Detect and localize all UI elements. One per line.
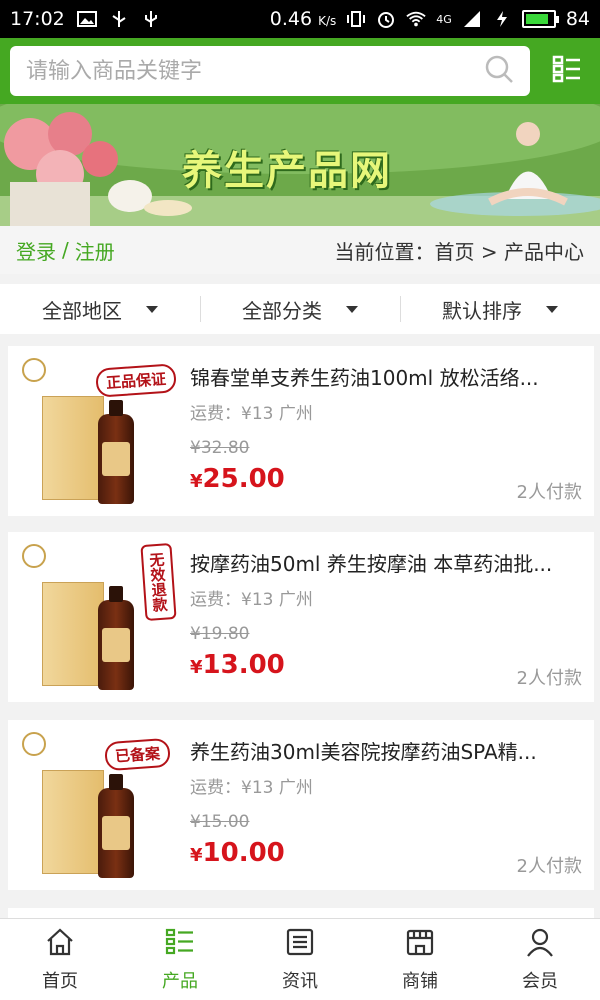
banner-title: 养生产品网	[182, 148, 392, 194]
filter-category-label: 全部分类	[242, 298, 322, 323]
product-title[interactable]: 养生药油30ml美容院按摩药油SPA精...	[190, 736, 582, 765]
login-separator: /	[62, 238, 69, 262]
tab-products[interactable]: 产品	[120, 919, 240, 1000]
product-image[interactable]: 无效退款	[14, 538, 180, 696]
network-speed: 0.46 K/s	[269, 8, 337, 30]
product-paid-count: 2人付款	[516, 668, 582, 689]
product-info: 锦春堂单支养生药油100ml 放松活络... 运费：¥13 广州 ¥32.80 …	[180, 352, 592, 510]
filter-region-label: 全部地区	[42, 298, 122, 323]
banner[interactable]: 养生产品网	[0, 104, 600, 226]
product-image[interactable]: 正品保证	[14, 352, 180, 510]
filter-sort-label: 默认排序	[442, 298, 522, 323]
charging-icon	[492, 10, 512, 28]
filter-bar: 全部地区 全部分类 默认排序	[0, 284, 600, 334]
brand-seal-icon	[22, 732, 46, 756]
status-bar: 17:02 0.46 K/s 4G 84	[0, 0, 600, 38]
search-box[interactable]	[10, 46, 531, 96]
bottle-label	[102, 442, 130, 476]
battery-percent: 84	[565, 8, 590, 30]
login-link[interactable]: 登录	[16, 236, 56, 265]
tab-news-label: 资讯	[282, 971, 318, 992]
user-icon	[524, 926, 556, 963]
product-paid-count: 2人付款	[516, 856, 582, 877]
breadcrumb: 当前位置：首页 > 产品中心	[334, 239, 584, 264]
image-icon	[76, 10, 97, 28]
network-type: 4G	[436, 12, 452, 26]
alarm-icon	[376, 10, 396, 28]
product-box-image	[42, 396, 104, 500]
product-original-price: ¥32.80	[190, 438, 250, 458]
product-paid-count: 2人付款	[516, 482, 582, 503]
product-image[interactable]: 已备案	[14, 726, 180, 884]
list-icon	[164, 926, 196, 963]
product-title[interactable]: 锦春堂单支养生药油100ml 放松活络...	[190, 362, 582, 391]
header	[0, 38, 600, 104]
product-price: ¥25.00	[190, 464, 285, 494]
shop-icon	[404, 926, 436, 963]
category-menu-button[interactable]	[544, 48, 590, 94]
filter-category-dropdown[interactable]: 全部分类	[200, 284, 400, 334]
product-stamp: 正品保证	[95, 363, 177, 398]
filter-region-dropdown[interactable]: 全部地区	[0, 284, 200, 334]
tab-home-label: 首页	[42, 971, 78, 992]
product-original-price: ¥15.00	[190, 812, 250, 832]
status-time: 17:02	[10, 8, 65, 30]
brand-seal-icon	[22, 358, 46, 382]
product-box-image	[42, 582, 104, 686]
home-icon	[44, 926, 76, 963]
usb-icon	[109, 10, 129, 28]
info-row: 登录 / 注册 当前位置：首页 > 产品中心	[0, 226, 600, 274]
usb-debug-icon	[141, 10, 161, 28]
wifi-icon	[406, 10, 426, 28]
bottle-label	[102, 628, 130, 662]
product-price: ¥13.00	[190, 650, 285, 680]
battery-icon	[521, 10, 559, 28]
tab-member-label: 会员	[522, 971, 558, 992]
signal-icon	[462, 10, 482, 28]
filter-sort-dropdown[interactable]: 默认排序	[400, 284, 600, 334]
list-menu-icon	[552, 54, 582, 88]
product-card[interactable]: 已备案 养生药油30ml美容院按摩药油SPA精... 运费：¥13 广州 ¥15…	[8, 720, 594, 890]
product-box-image	[42, 770, 104, 874]
product-original-price: ¥19.80	[190, 624, 250, 644]
product-stamp: 已备案	[104, 737, 171, 772]
product-info: 养生药油30ml美容院按摩药油SPA精... 运费：¥13 广州 ¥15.00 …	[180, 726, 592, 884]
vibrate-icon	[346, 10, 366, 28]
product-shipping: 运费：¥13 广州	[190, 778, 313, 798]
brand-seal-icon	[22, 544, 46, 568]
tab-home[interactable]: 首页	[0, 919, 120, 1000]
bottom-tab-bar: 首页 产品 资讯 商铺 会员	[0, 918, 600, 1000]
tab-shop-label: 商铺	[402, 971, 438, 992]
product-shipping: 运费：¥13 广州	[190, 404, 313, 424]
search-input[interactable]	[26, 58, 485, 84]
caret-down-icon	[546, 305, 558, 313]
tab-member[interactable]: 会员	[480, 919, 600, 1000]
bottle-label	[102, 816, 130, 850]
tab-shop[interactable]: 商铺	[360, 919, 480, 1000]
product-shipping: 运费：¥13 广州	[190, 590, 313, 610]
caret-down-icon	[346, 305, 358, 313]
product-card[interactable]: 正品保证 锦春堂单支养生药油100ml 放松活络... 运费：¥13 广州 ¥3…	[8, 346, 594, 516]
product-info: 按摩药油50ml 养生按摩油 本草药油批... 运费：¥13 广州 ¥19.80…	[180, 538, 592, 696]
product-stamp: 无效退款	[140, 543, 177, 621]
search-icon[interactable]	[484, 54, 514, 88]
register-link[interactable]: 注册	[75, 236, 115, 265]
product-price: ¥10.00	[190, 838, 285, 868]
tab-news[interactable]: 资讯	[240, 919, 360, 1000]
caret-down-icon	[146, 305, 158, 313]
product-title[interactable]: 按摩药油50ml 养生按摩油 本草药油批...	[190, 548, 582, 577]
tab-products-label: 产品	[162, 971, 198, 992]
news-icon	[284, 926, 316, 963]
product-card[interactable]: 无效退款 按摩药油50ml 养生按摩油 本草药油批... 运费：¥13 广州 ¥…	[8, 532, 594, 702]
